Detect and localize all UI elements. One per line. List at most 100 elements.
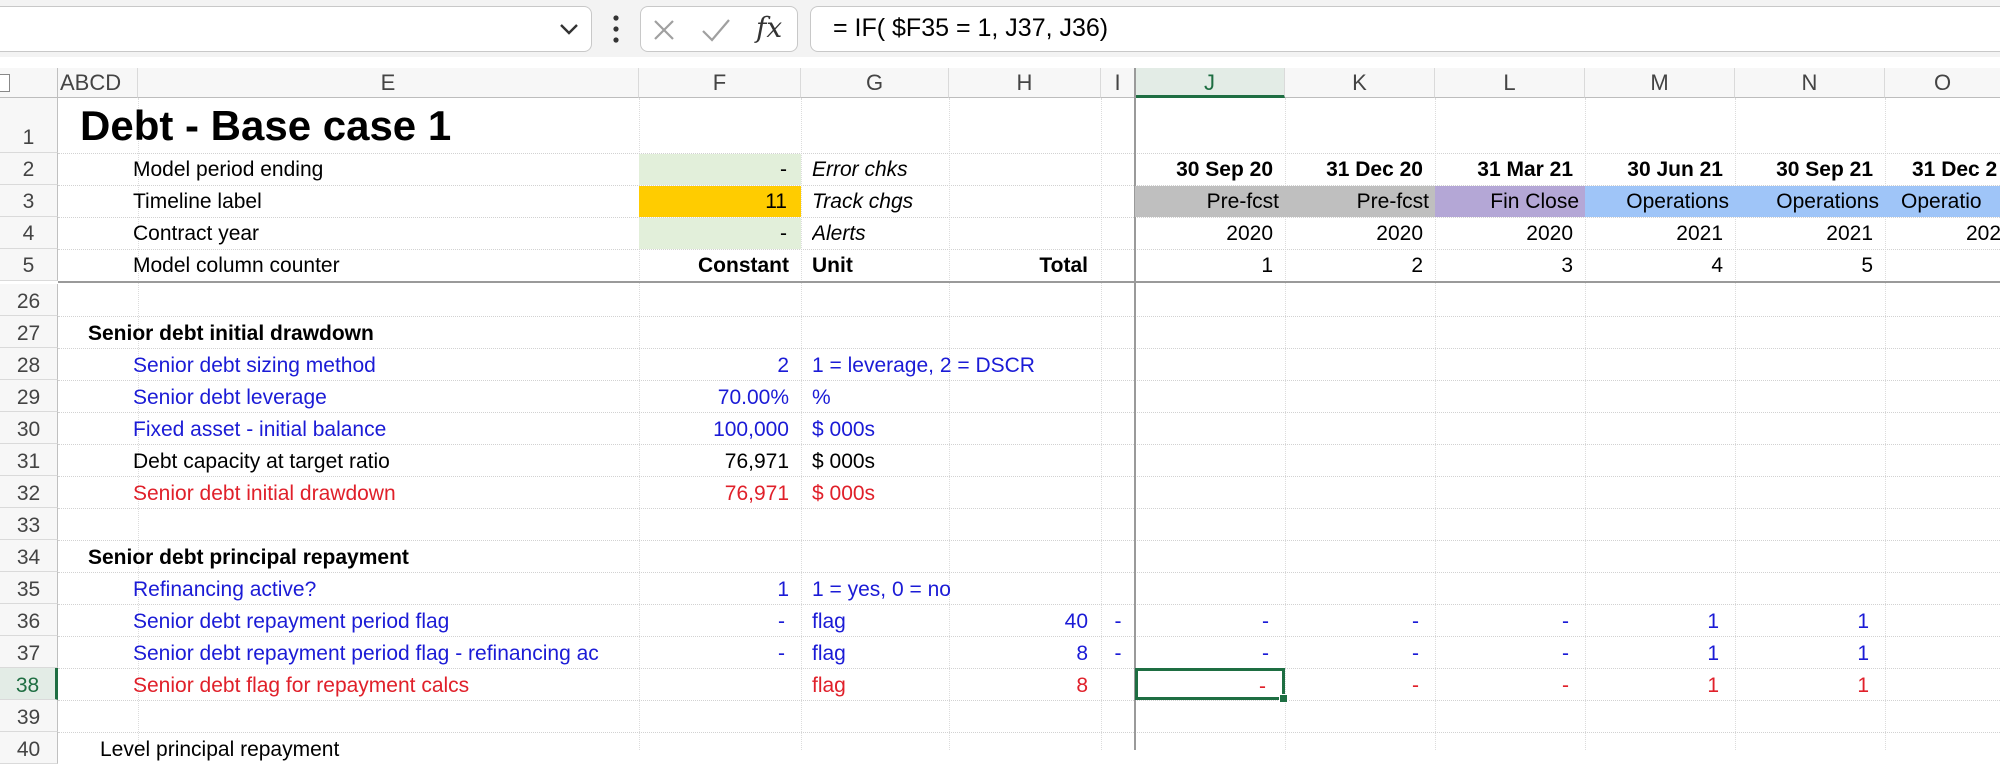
row-label-column-counter[interactable]: Model column counter (133, 250, 633, 281)
period-value[interactable]: 1 (1735, 670, 1885, 701)
row-header-29[interactable]: 29 (0, 380, 58, 412)
error-checks-label[interactable]: Error chks (812, 154, 947, 185)
col-header-n[interactable]: N (1735, 68, 1885, 98)
period-value[interactable]: - (1285, 670, 1435, 701)
unit-repayment-flag-refinancing[interactable]: flag (812, 638, 947, 669)
column-counter[interactable]: 1 (1135, 250, 1285, 281)
period-value[interactable]: 1 (1585, 606, 1735, 637)
timeline-year[interactable]: 2020 (1285, 218, 1435, 249)
row-header-26[interactable]: 26 (0, 284, 58, 316)
unit-repayment-calcs-flag[interactable]: flag (812, 670, 947, 701)
col-header-m[interactable]: M (1585, 68, 1735, 98)
row-label-model-period[interactable]: Model period ending (133, 154, 633, 185)
name-box[interactable] (0, 6, 592, 52)
more-options-icon[interactable] (612, 14, 620, 44)
value-refinancing-active[interactable]: 1 (639, 574, 801, 605)
col-header-h[interactable]: H (949, 68, 1101, 98)
input-timeline-label[interactable]: 11 (639, 186, 801, 217)
value-sizing-method[interactable]: 2 (639, 350, 801, 381)
timeline-year[interactable]: 2020 (1435, 218, 1585, 249)
alerts-label[interactable]: Alerts (812, 218, 947, 249)
period-value[interactable]: 1 (1735, 638, 1885, 669)
col-header-g[interactable]: G (801, 68, 949, 98)
row-label-debt-capacity[interactable]: Debt capacity at target ratio (133, 446, 633, 477)
select-all-corner[interactable] (0, 68, 58, 98)
col-header-k[interactable]: K (1285, 68, 1435, 98)
row-header-37[interactable]: 37 (0, 636, 58, 668)
sheet-title[interactable]: Debt - Base case 1 (80, 100, 451, 152)
period-value[interactable]: - (1435, 606, 1585, 637)
period-value[interactable]: 1 (1585, 638, 1735, 669)
row-header-35[interactable]: 35 (0, 572, 58, 604)
value-leverage[interactable]: 70.00% (639, 382, 801, 413)
row-label-sizing-method[interactable]: Senior debt sizing method (133, 350, 633, 381)
row-label-fixed-asset[interactable]: Fixed asset - initial balance (133, 414, 633, 445)
unit-header[interactable]: Unit (812, 250, 947, 281)
unit-refinancing-active[interactable]: 1 = yes, 0 = no (812, 574, 1132, 605)
unit-initial-drawdown[interactable]: $ 000s (812, 478, 947, 509)
row-label-contract-year[interactable]: Contract year (133, 218, 633, 249)
col-i-repayment-period-flag[interactable]: - (1101, 606, 1135, 637)
row-label-repayment-period-flag[interactable]: Senior debt repayment period flag (133, 606, 638, 637)
period-value[interactable]: - (1285, 606, 1435, 637)
period-value[interactable]: - (1135, 606, 1285, 637)
row-label-repayment-flag-refinancing[interactable]: Senior debt repayment period flag - refi… (133, 638, 638, 669)
col-header-f[interactable]: F (639, 68, 801, 98)
x-icon[interactable] (652, 18, 676, 42)
timeline-date[interactable]: 31 Dec 2 (1912, 154, 2000, 185)
total-header[interactable]: Total (949, 250, 1101, 281)
row-label-repayment-calcs-flag[interactable]: Senior debt flag for repayment calcs (133, 670, 633, 701)
timeline-label[interactable]: Operations (1585, 186, 1735, 217)
timeline-date[interactable]: 30 Sep 20 (1135, 154, 1285, 185)
column-counter[interactable]: 2 (1285, 250, 1435, 281)
row-label-initial-drawdown[interactable]: Senior debt initial drawdown (133, 478, 633, 509)
timeline-year[interactable]: 2021 (1735, 218, 1885, 249)
col-header-e[interactable]: E (138, 68, 639, 98)
row-header-5[interactable]: 5 (0, 249, 58, 281)
period-value[interactable]: - (1435, 670, 1585, 701)
timeline-year[interactable]: 2020 (1135, 218, 1285, 249)
row-header-39[interactable]: 39 (0, 700, 58, 732)
unit-fixed-asset[interactable]: $ 000s (812, 414, 947, 445)
constant-header[interactable]: Constant (639, 250, 801, 281)
active-cell-j38[interactable]: - (1135, 668, 1285, 700)
row-header-36[interactable]: 36 (0, 604, 58, 636)
unit-sizing-method[interactable]: 1 = leverage, 2 = DSCR (812, 350, 1132, 381)
column-counter[interactable]: 4 (1585, 250, 1735, 281)
timeline-label[interactable]: Operations (1735, 186, 1885, 217)
period-value[interactable]: - (1135, 638, 1285, 669)
input-contract-year[interactable]: - (639, 218, 801, 249)
col-header-abcd[interactable]: ABCD (58, 68, 138, 98)
unit-leverage[interactable]: % (812, 382, 947, 413)
total-repayment-calcs-flag[interactable]: 8 (949, 670, 1101, 701)
col-i-repayment-flag-refinancing[interactable]: - (1101, 638, 1135, 669)
input-model-period[interactable]: - (639, 154, 801, 185)
period-value[interactable]: - (1435, 638, 1585, 669)
col-header-j[interactable]: J (1135, 68, 1285, 98)
row-header-2[interactable]: 2 (0, 153, 58, 185)
row-header-40[interactable]: 40 (0, 732, 58, 764)
timeline-date[interactable]: 30 Jun 21 (1585, 154, 1735, 185)
col-header-o[interactable]: O (1885, 68, 2000, 98)
section-heading-principal-repayment[interactable]: Senior debt principal repayment (88, 542, 628, 573)
timeline-label[interactable]: Fin Close (1435, 186, 1585, 217)
timeline-label[interactable]: Pre-fcst (1285, 186, 1435, 217)
row-header-34[interactable]: 34 (0, 540, 58, 572)
insert-function-icon[interactable]: fx (756, 11, 782, 44)
period-value[interactable]: - (1285, 638, 1435, 669)
value-repayment-period-flag[interactable]: - (639, 606, 801, 637)
timeline-date[interactable]: 31 Mar 21 (1435, 154, 1585, 185)
check-icon[interactable] (701, 17, 731, 43)
timeline-year[interactable]: 202 (1966, 218, 2000, 249)
col-header-i[interactable]: I (1101, 68, 1135, 98)
row-header-32[interactable]: 32 (0, 476, 58, 508)
col-header-l[interactable]: L (1435, 68, 1585, 98)
total-repayment-period-flag[interactable]: 40 (949, 606, 1101, 637)
period-value[interactable]: 1 (1585, 670, 1735, 701)
column-counter[interactable]: 5 (1735, 250, 1885, 281)
timeline-year[interactable]: 2021 (1585, 218, 1735, 249)
row-header-30[interactable]: 30 (0, 412, 58, 444)
row-header-4[interactable]: 4 (0, 217, 58, 249)
row-label-timeline[interactable]: Timeline label (133, 186, 633, 217)
row-label-refinancing-active[interactable]: Refinancing active? (133, 574, 633, 605)
